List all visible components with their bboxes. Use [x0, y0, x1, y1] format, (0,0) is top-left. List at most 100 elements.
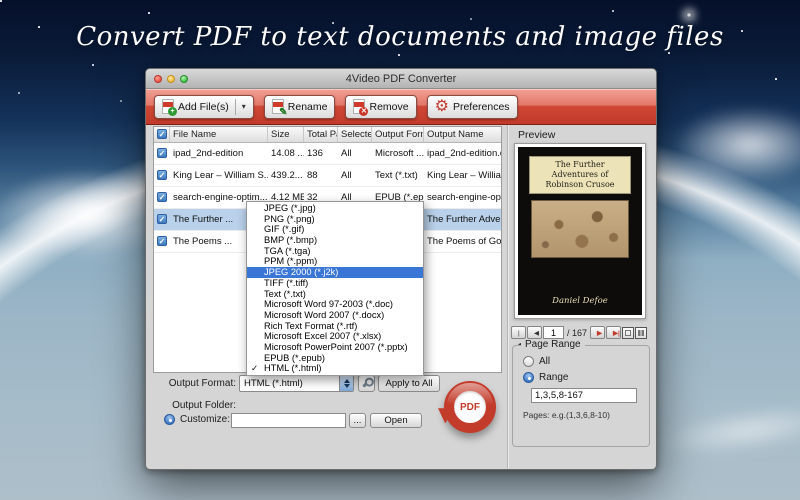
menu-item-jpeg[interactable]: JPEG (*.jpg): [247, 203, 423, 214]
marketing-tagline: Convert PDF to text documents and image …: [0, 22, 800, 52]
menu-item-label: BMP (*.bmp): [264, 235, 317, 245]
menu-item-rtf[interactable]: Rich Text Format (*.rtf): [247, 321, 423, 332]
menu-item-pptx[interactable]: Microsoft PowerPoint 2007 (*.pptx): [247, 342, 423, 353]
row-checkbox[interactable]: ✓: [157, 214, 167, 224]
menu-item-label: Microsoft PowerPoint 2007 (*.pptx): [264, 342, 408, 352]
cell-size: 439.2...: [268, 170, 304, 181]
menu-item-epub[interactable]: EPUB (*.epub): [247, 353, 423, 364]
single-page-view-icon[interactable]: [622, 327, 634, 339]
column-header-file-name[interactable]: File Name: [170, 127, 268, 142]
pdf-icon-text: PDF: [453, 402, 487, 413]
output-folder-input[interactable]: [231, 413, 346, 428]
page-range-input[interactable]: [531, 388, 637, 403]
row-checkbox[interactable]: ✓: [157, 170, 167, 180]
cell-output-name: The Further Adventures of ...: [424, 214, 502, 225]
menu-item-html-checked[interactable]: ✓HTML (*.html): [247, 363, 423, 374]
two-page-view-icon[interactable]: [635, 327, 647, 339]
row-checkbox[interactable]: ✓: [157, 236, 167, 246]
close-window-button[interactable]: [154, 75, 162, 83]
plus-icon: +: [168, 107, 177, 116]
add-file-icon: +: [162, 99, 174, 114]
output-folder-label: Output Folder:: [164, 400, 236, 411]
select-all-checkbox[interactable]: ✓: [157, 129, 167, 139]
cell-size: 14.08 ...: [268, 148, 304, 159]
menu-item-label: Microsoft Excel 2007 (*.xlsx): [264, 331, 381, 341]
column-header-output-name[interactable]: Output Name: [424, 127, 502, 142]
format-settings-button[interactable]: [358, 375, 375, 392]
row-checkbox[interactable]: ✓: [157, 148, 167, 158]
window-title: 4Video PDF Converter: [146, 69, 656, 89]
output-format-menu: JPEG (*.jpg) PNG (*.png) GIF (*.gif) BMP…: [246, 201, 424, 376]
current-page-input[interactable]: [543, 326, 564, 339]
menu-item-tga[interactable]: TGA (*.tga): [247, 246, 423, 257]
last-page-button[interactable]: ▶|: [606, 326, 621, 339]
cell-output-name: King Lear – William Shakes...: [424, 170, 502, 181]
apply-to-all-button[interactable]: Apply to All: [378, 375, 440, 392]
preview-navigation: |◀ ◀ / 167 ▶ ▶|: [511, 325, 653, 340]
add-files-button[interactable]: + Add File(s) ▾: [154, 95, 254, 119]
next-page-button[interactable]: ▶: [590, 326, 605, 339]
wrench-icon: [362, 379, 370, 387]
chevron-down-icon[interactable]: ▾: [242, 102, 246, 111]
menu-item-label: Microsoft Word 97-2003 (*.doc): [264, 299, 393, 309]
window-titlebar[interactable]: 4Video PDF Converter: [146, 69, 656, 89]
menu-item-png[interactable]: PNG (*.png): [247, 214, 423, 225]
rename-button[interactable]: ✎ Rename: [264, 95, 336, 119]
menu-item-tiff[interactable]: TIFF (*.tiff): [247, 278, 423, 289]
column-header-size[interactable]: Size: [268, 127, 304, 142]
cell-file-name: King Lear – William S...: [170, 170, 268, 181]
cell-selected: All: [338, 170, 372, 181]
remove-button[interactable]: ✕ Remove: [345, 95, 416, 119]
add-files-label: Add File(s): [178, 101, 229, 113]
menu-item-ppm[interactable]: PPM (*.ppm): [247, 256, 423, 267]
open-folder-button[interactable]: Open: [370, 413, 422, 428]
cell-output-format: Microsoft ...: [372, 148, 424, 159]
column-header-output-format[interactable]: Output Forma: [372, 127, 424, 142]
previous-page-button[interactable]: ◀: [527, 326, 542, 339]
cell-total-pages: 88: [304, 170, 338, 181]
output-format-select[interactable]: HTML (*.html): [239, 375, 354, 392]
row-checkbox[interactable]: ✓: [157, 192, 167, 202]
menu-item-text[interactable]: Text (*.txt): [247, 289, 423, 300]
cell-total-pages: 136: [304, 148, 338, 159]
menu-item-label: PNG (*.png): [264, 214, 315, 224]
cloud: [640, 90, 800, 200]
minimize-window-button[interactable]: [167, 75, 175, 83]
preferences-button[interactable]: ⚙ Preferences: [427, 95, 518, 119]
menu-item-jpeg2000-highlighted[interactable]: JPEG 2000 (*.j2k): [247, 267, 423, 278]
menu-item-xlsx[interactable]: Microsoft Excel 2007 (*.xlsx): [247, 331, 423, 342]
remove-label: Remove: [369, 101, 408, 113]
book-cover-map-image: [531, 200, 629, 258]
all-pages-radio[interactable]: [523, 356, 534, 367]
cell-output-name: search-engine-optimization...: [424, 192, 502, 203]
menu-item-docx[interactable]: Microsoft Word 2007 (*.docx): [247, 310, 423, 321]
menu-item-doc[interactable]: Microsoft Word 97-2003 (*.doc): [247, 299, 423, 310]
pdf-converter-icon: PDF: [441, 379, 501, 443]
cell-output-name: ipad_2nd-edition.doc: [424, 148, 502, 159]
menu-item-gif[interactable]: GIF (*.gif): [247, 224, 423, 235]
output-format-value: HTML (*.html): [244, 378, 303, 389]
menu-item-label: Rich Text Format (*.rtf): [264, 321, 357, 331]
menu-item-bmp[interactable]: BMP (*.bmp): [247, 235, 423, 246]
column-header-selected[interactable]: Selected: [338, 127, 372, 142]
menu-item-label: PPM (*.ppm): [264, 256, 317, 266]
cell-output-name: The Poems of Goethe – Joh...: [424, 236, 502, 247]
pencil-icon: ✎: [279, 108, 288, 117]
menu-item-label: TIFF (*.tiff): [264, 278, 308, 288]
customize-radio[interactable]: [164, 414, 175, 425]
browse-folder-button[interactable]: ...: [349, 413, 366, 428]
range-radio[interactable]: [523, 372, 534, 383]
rename-label: Rename: [288, 101, 328, 113]
menu-item-label: Text (*.txt): [264, 289, 306, 299]
desktop-background: Convert PDF to text documents and image …: [0, 0, 800, 500]
menu-item-label: HTML (*.html): [264, 363, 322, 373]
zoom-window-button[interactable]: [180, 75, 188, 83]
all-pages-label: All: [539, 356, 550, 367]
total-pages-label: / 167: [567, 328, 587, 338]
menu-item-label: GIF (*.gif): [264, 224, 304, 234]
table-row[interactable]: ✓ ipad_2nd-edition 14.08 ... 136 All Mic…: [154, 143, 501, 165]
page-range-legend: Page Range: [521, 339, 585, 350]
first-page-button[interactable]: |◀: [511, 326, 526, 339]
column-header-total-pages[interactable]: Total Pag: [304, 127, 338, 142]
table-row[interactable]: ✓ King Lear – William S... 439.2... 88 A…: [154, 165, 501, 187]
